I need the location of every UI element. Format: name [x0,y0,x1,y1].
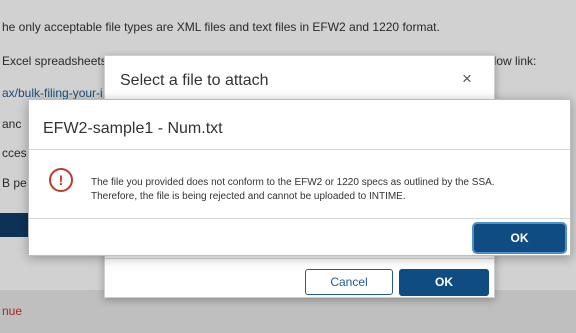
error-message-line: Therefore, the file is being rejected an… [91,191,406,202]
dialog-divider [105,258,494,259]
close-icon[interactable]: × [458,70,476,88]
error-message-line: The file you provided does not conform t… [91,177,495,188]
alert-icon: ! [49,168,73,192]
error-message: The file you provided does not conform t… [91,176,561,204]
ok-button[interactable]: OK [399,269,489,296]
error-dialog-title: EFW2-sample1 - Num.txt [43,120,223,137]
error-ok-button[interactable]: OK [474,224,565,252]
error-dialog: EFW2-sample1 - Num.txt ! The file you pr… [28,99,571,256]
dialog-divider [29,149,570,150]
cancel-button[interactable]: Cancel [305,269,393,295]
select-dialog-title: Select a file to attach [120,72,269,89]
dialog-divider [29,218,570,219]
